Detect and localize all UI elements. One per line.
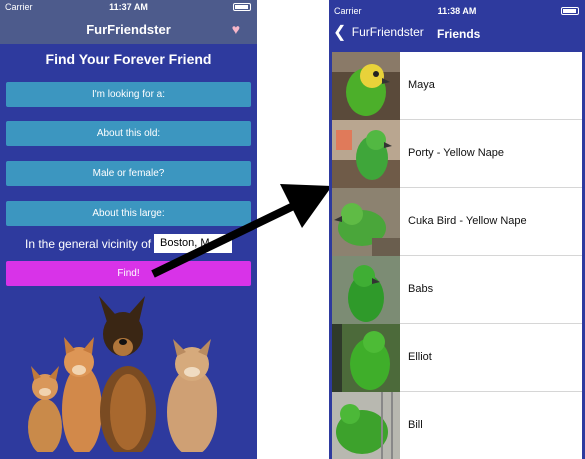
friend-name: Elliot — [408, 351, 432, 363]
friends-list: Maya Porty - Yellow Nape Cuka Bird - Yel… — [332, 52, 582, 459]
status-bar: Carrier 11:37 AM — [0, 0, 257, 14]
looking-for-button[interactable]: I'm looking for a: — [6, 82, 251, 107]
page-title: Friends — [437, 27, 481, 41]
parrot-image — [332, 392, 400, 459]
friend-name: Maya — [408, 79, 435, 91]
status-bar: Carrier 11:38 AM — [329, 0, 585, 18]
page-title: Find Your Forever Friend — [45, 51, 212, 67]
friend-name: Babs — [408, 283, 434, 295]
nav-bar: ❮ FurFriendster Friends — [329, 18, 585, 48]
list-item[interactable]: Elliot — [332, 324, 582, 392]
battery-icon — [233, 3, 251, 11]
list-item[interactable]: Maya — [332, 52, 582, 120]
vicinity-label: In the general vicinity of — [25, 237, 152, 251]
battery-icon — [561, 7, 579, 15]
back-button[interactable]: ❮ FurFriendster — [333, 24, 424, 41]
list-item[interactable]: Babs — [332, 256, 582, 324]
app-title: FurFriendster — [86, 22, 171, 37]
tabby-cat-image — [167, 339, 217, 456]
dog-image — [99, 296, 156, 458]
parrot-image — [332, 120, 400, 188]
status-time: 11:37 AM — [109, 2, 148, 12]
age-button[interactable]: About this old: — [6, 121, 251, 146]
parrot-image — [332, 256, 400, 324]
heart-icon[interactable]: ♥ — [232, 21, 240, 37]
parrot-image — [332, 188, 400, 256]
list-item[interactable]: Cuka Bird - Yellow Nape — [332, 188, 582, 256]
friends-screen: Carrier 11:38 AM ❮ FurFriendster Friends — [329, 0, 585, 459]
orange-cat-image — [62, 337, 102, 455]
friend-name: Porty - Yellow Nape — [408, 147, 504, 159]
kitten-image — [28, 366, 62, 455]
arrow-icon — [151, 184, 332, 278]
chevron-left-icon: ❮ — [333, 24, 347, 41]
back-label: FurFriendster — [351, 25, 424, 39]
friend-name: Cuka Bird - Yellow Nape — [408, 215, 527, 227]
friend-name: Bill — [408, 419, 423, 431]
status-time: 11:38 AM — [437, 6, 477, 16]
pets-illustration — [15, 296, 245, 459]
list-item[interactable]: Bill — [332, 392, 582, 459]
nav-bar: FurFriendster ♥ — [0, 14, 257, 44]
parrot-image — [332, 324, 400, 392]
parrot-image — [332, 52, 400, 120]
list-item[interactable]: Porty - Yellow Nape — [332, 120, 582, 188]
